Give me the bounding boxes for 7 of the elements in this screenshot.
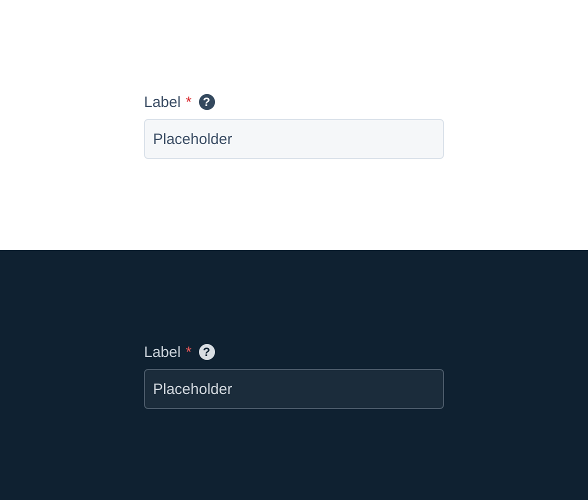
help-icon[interactable]: ? xyxy=(198,94,215,110)
field-label: Label xyxy=(144,94,181,110)
required-mark: * xyxy=(186,344,192,360)
required-mark: * xyxy=(186,94,192,110)
help-icon[interactable]: ? xyxy=(198,344,215,360)
input-field[interactable]: Placeholder xyxy=(144,369,444,409)
field-label: Label xyxy=(144,344,181,360)
